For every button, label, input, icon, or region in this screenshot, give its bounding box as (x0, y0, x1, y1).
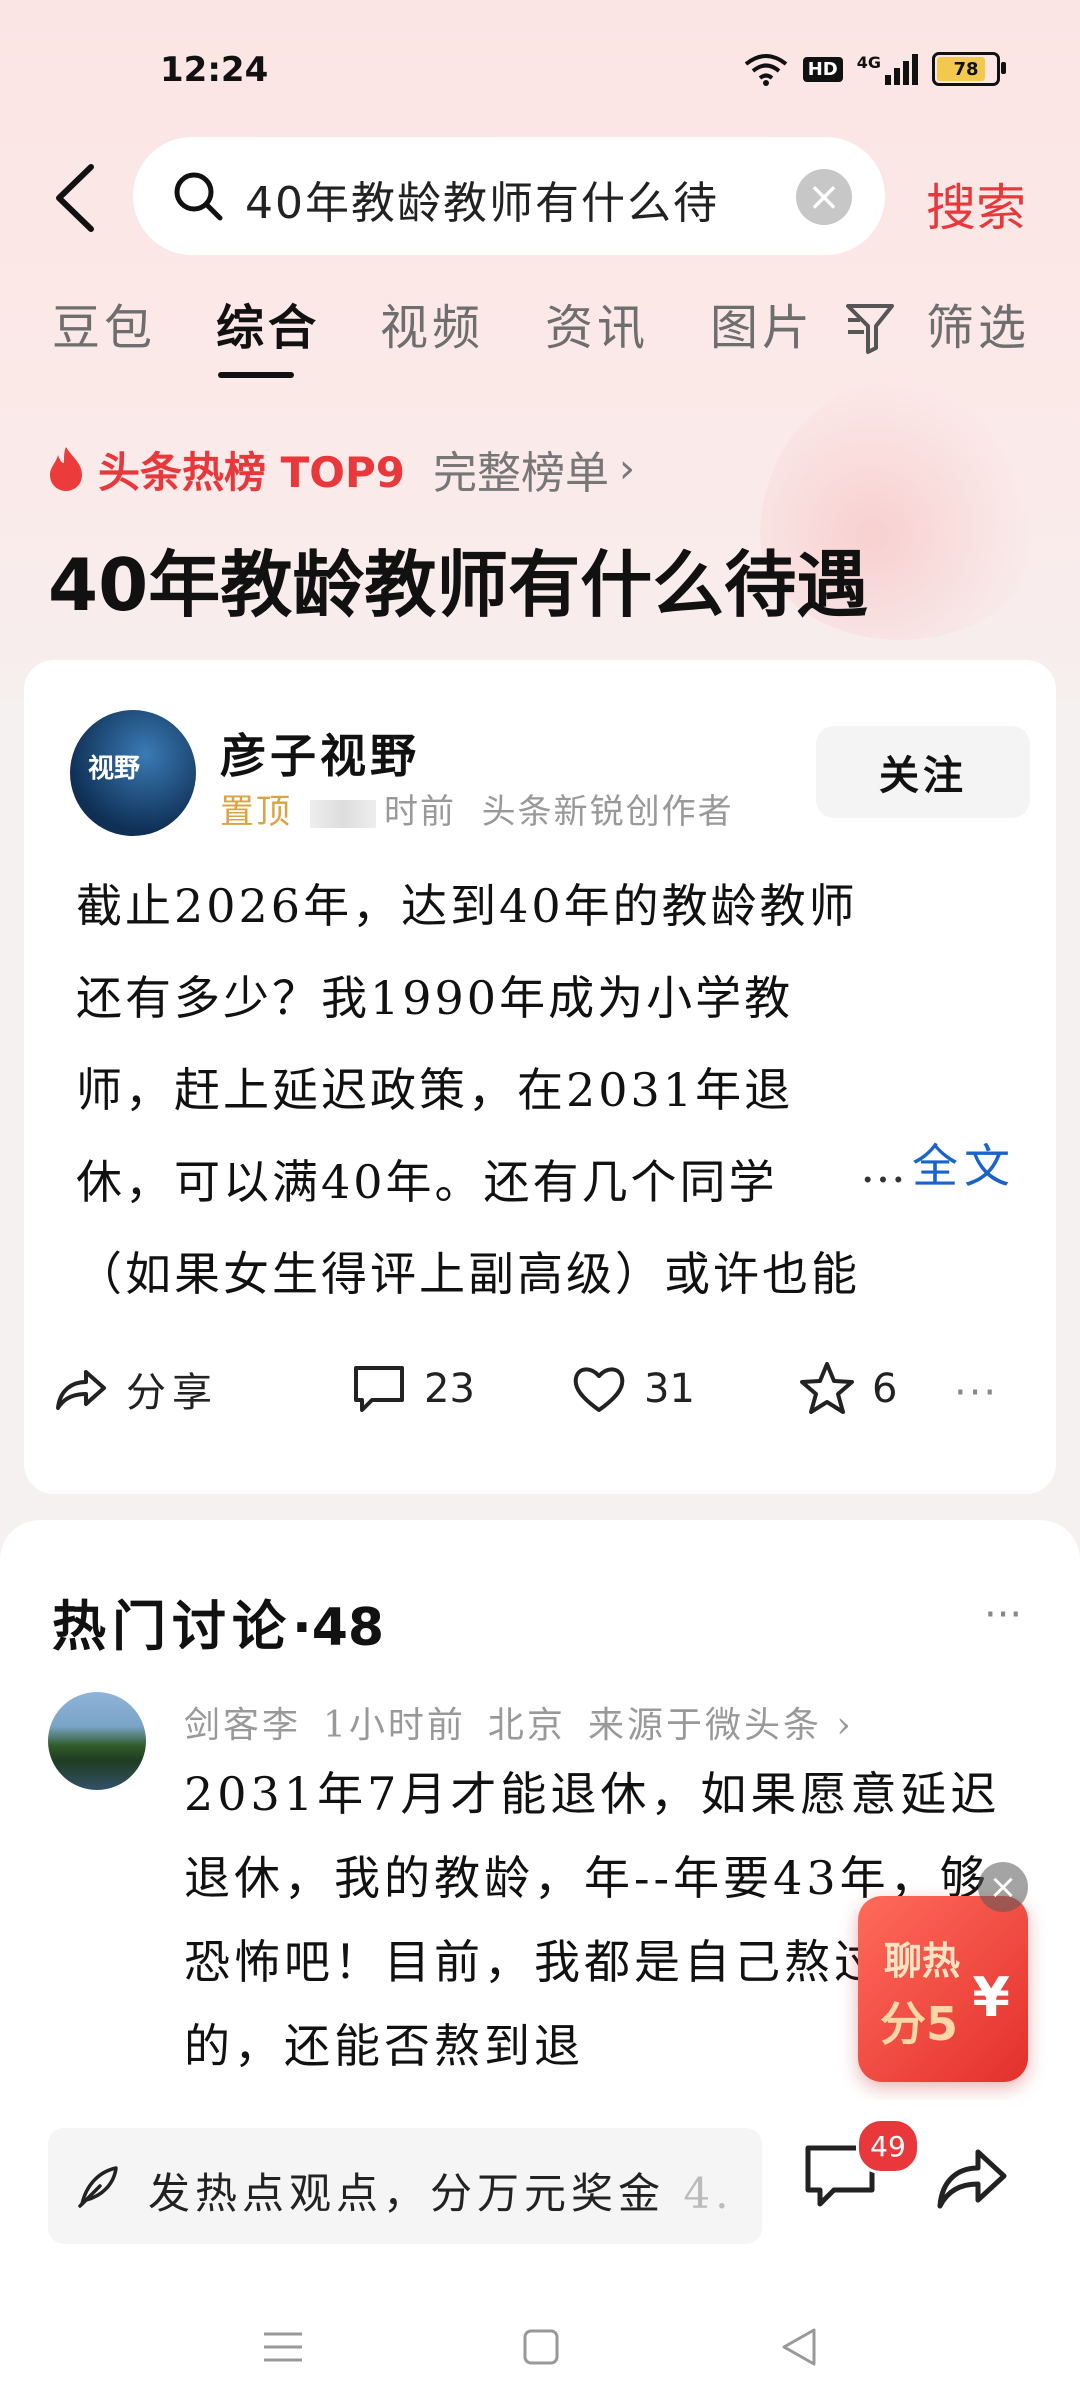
search-icon (174, 172, 223, 221)
full-list-link[interactable]: 完整榜单 (433, 437, 609, 501)
post-actions: 分享 23 31 6 (24, 1360, 1056, 1460)
comment-time: 1小时前 (323, 1705, 466, 1746)
full-text-link[interactable]: … 全文 (860, 1130, 1016, 1196)
battery-level: 78 (953, 58, 979, 80)
share-label: 分享 (126, 1370, 218, 1416)
search-query: 40年教龄教师有什么待 (245, 178, 719, 229)
wifi-icon (744, 54, 787, 86)
post-body[interactable]: 截止2026年，达到40年的教龄教师还有多少？我1990年成为小学教师，赶上延迟… (76, 860, 866, 1320)
comment-location: 北京 (487, 1705, 566, 1746)
network-type-label: 4G (856, 53, 881, 72)
discussion-count: ·48 (292, 1598, 385, 1658)
hot-list-label: 头条热榜 TOP9 (98, 447, 405, 497)
discussion-title: 热门讨论·48 (52, 1582, 384, 1661)
favorite-action[interactable]: 6 (798, 1360, 897, 1418)
clear-search-button[interactable]: × (796, 169, 852, 225)
result-tabs: 豆包 综合 视频 资讯 图片 筛选 (0, 288, 1080, 378)
search-input[interactable]: 40年教龄教师有什么待 × (133, 137, 885, 255)
status-bar: 12:24 HD 4G 78 (0, 0, 1080, 130)
commenter-name[interactable]: 剑客李 (184, 1705, 301, 1746)
fire-icon (50, 447, 82, 491)
close-icon: × (988, 1867, 1018, 1907)
menu-icon[interactable] (258, 2322, 308, 2372)
cellular-signal-icon: 4G (857, 53, 918, 85)
star-icon (800, 1362, 854, 1414)
close-banner-button[interactable]: × (978, 1862, 1028, 1912)
post-time: 时前 (384, 792, 456, 832)
share-button[interactable] (932, 2138, 1012, 2218)
back-arrow-icon (56, 164, 94, 232)
comment-input[interactable]: 发热点观点，分万元奖金 4. (48, 2128, 762, 2244)
full-text-label: 全文 (912, 1139, 1016, 1193)
close-icon: × (807, 174, 841, 220)
comment-placeholder: 发热点观点，分万元奖金 4. (148, 2160, 748, 2221)
post-meta: 置顶 时前 头条新锐创作者 (220, 784, 734, 833)
more-options-button[interactable]: ··· (954, 1370, 998, 1416)
share-action[interactable]: 分享 (52, 1360, 218, 1418)
tab-doubao[interactable]: 豆包 (52, 288, 156, 358)
reward-line2: 分5 (880, 1997, 959, 2051)
reward-line1: 聊热 (884, 1939, 961, 1983)
back-triangle-icon[interactable] (774, 2322, 824, 2372)
hot-list-row[interactable]: 头条热榜 TOP9 完整榜单 › (46, 437, 635, 501)
status-time: 12:24 (160, 50, 269, 90)
status-icons: HD 4G 78 (743, 52, 1006, 86)
avatar-text: 视野 (88, 754, 141, 784)
filter-icon[interactable] (846, 300, 906, 356)
commenter-avatar[interactable] (48, 1692, 146, 1790)
pinned-badge: 置顶 (220, 792, 292, 832)
tab-video[interactable]: 视频 (380, 288, 484, 358)
search-submit-button[interactable]: 搜索 (926, 168, 1026, 240)
tab-comprehensive[interactable]: 综合 (216, 288, 320, 358)
comment-icon (354, 1366, 404, 1412)
post-card[interactable]: 视野 彦子视野 置顶 时前 头条新锐创作者 关注 截止2026年，达到40年的教龄… (24, 660, 1056, 1494)
comment-action[interactable]: 23 (350, 1360, 475, 1418)
comment-prompt: 发热点观点，分万元奖金 (148, 2169, 666, 2218)
comment-meta: 剑客李 1小时前 北京 来源于微头条 › (184, 1696, 876, 1748)
back-button[interactable] (50, 158, 100, 238)
blurred-time (310, 799, 376, 828)
pen-icon (78, 2166, 118, 2208)
share-icon (56, 1370, 106, 1410)
chevron-right-icon: › (618, 446, 635, 492)
tab-images[interactable]: 图片 (710, 288, 814, 358)
tab-filter[interactable]: 筛选 (926, 288, 1030, 358)
battery-icon: 78 (932, 52, 1006, 86)
yen-icon: ¥ (972, 1966, 1010, 2029)
author-avatar[interactable]: 视野 (70, 710, 196, 836)
comment-prompt-faded: 4. (683, 2169, 734, 2218)
discussion-more-button[interactable]: ··· (984, 1592, 1022, 1638)
like-count: 31 (644, 1366, 695, 1412)
like-action[interactable]: 31 (570, 1360, 695, 1418)
author-tag: 头条新锐创作者 (481, 792, 734, 832)
page-title: 40年教龄教师有什么待遇 (48, 543, 869, 627)
floating-reward-banner[interactable]: 聊热 分5 ¥ (858, 1896, 1028, 2082)
comment-count-badge: 49 (856, 2118, 920, 2174)
home-icon[interactable] (516, 2322, 566, 2372)
follow-button[interactable]: 关注 (816, 726, 1030, 818)
ellipsis: … (860, 1139, 906, 1193)
comment-count: 23 (424, 1366, 475, 1412)
discussion-title-text: 热门讨论 (52, 1594, 292, 1658)
comment-source-link[interactable]: 来源于微头条 › (588, 1705, 854, 1746)
tab-news[interactable]: 资讯 (545, 288, 649, 358)
system-navigation-bar (0, 2280, 1080, 2400)
hd-icon: HD (802, 56, 843, 82)
author-name[interactable]: 彦子视野 (220, 720, 420, 786)
favorite-count: 6 (872, 1366, 898, 1412)
heart-icon (573, 1367, 625, 1412)
active-tab-indicator (218, 372, 294, 378)
